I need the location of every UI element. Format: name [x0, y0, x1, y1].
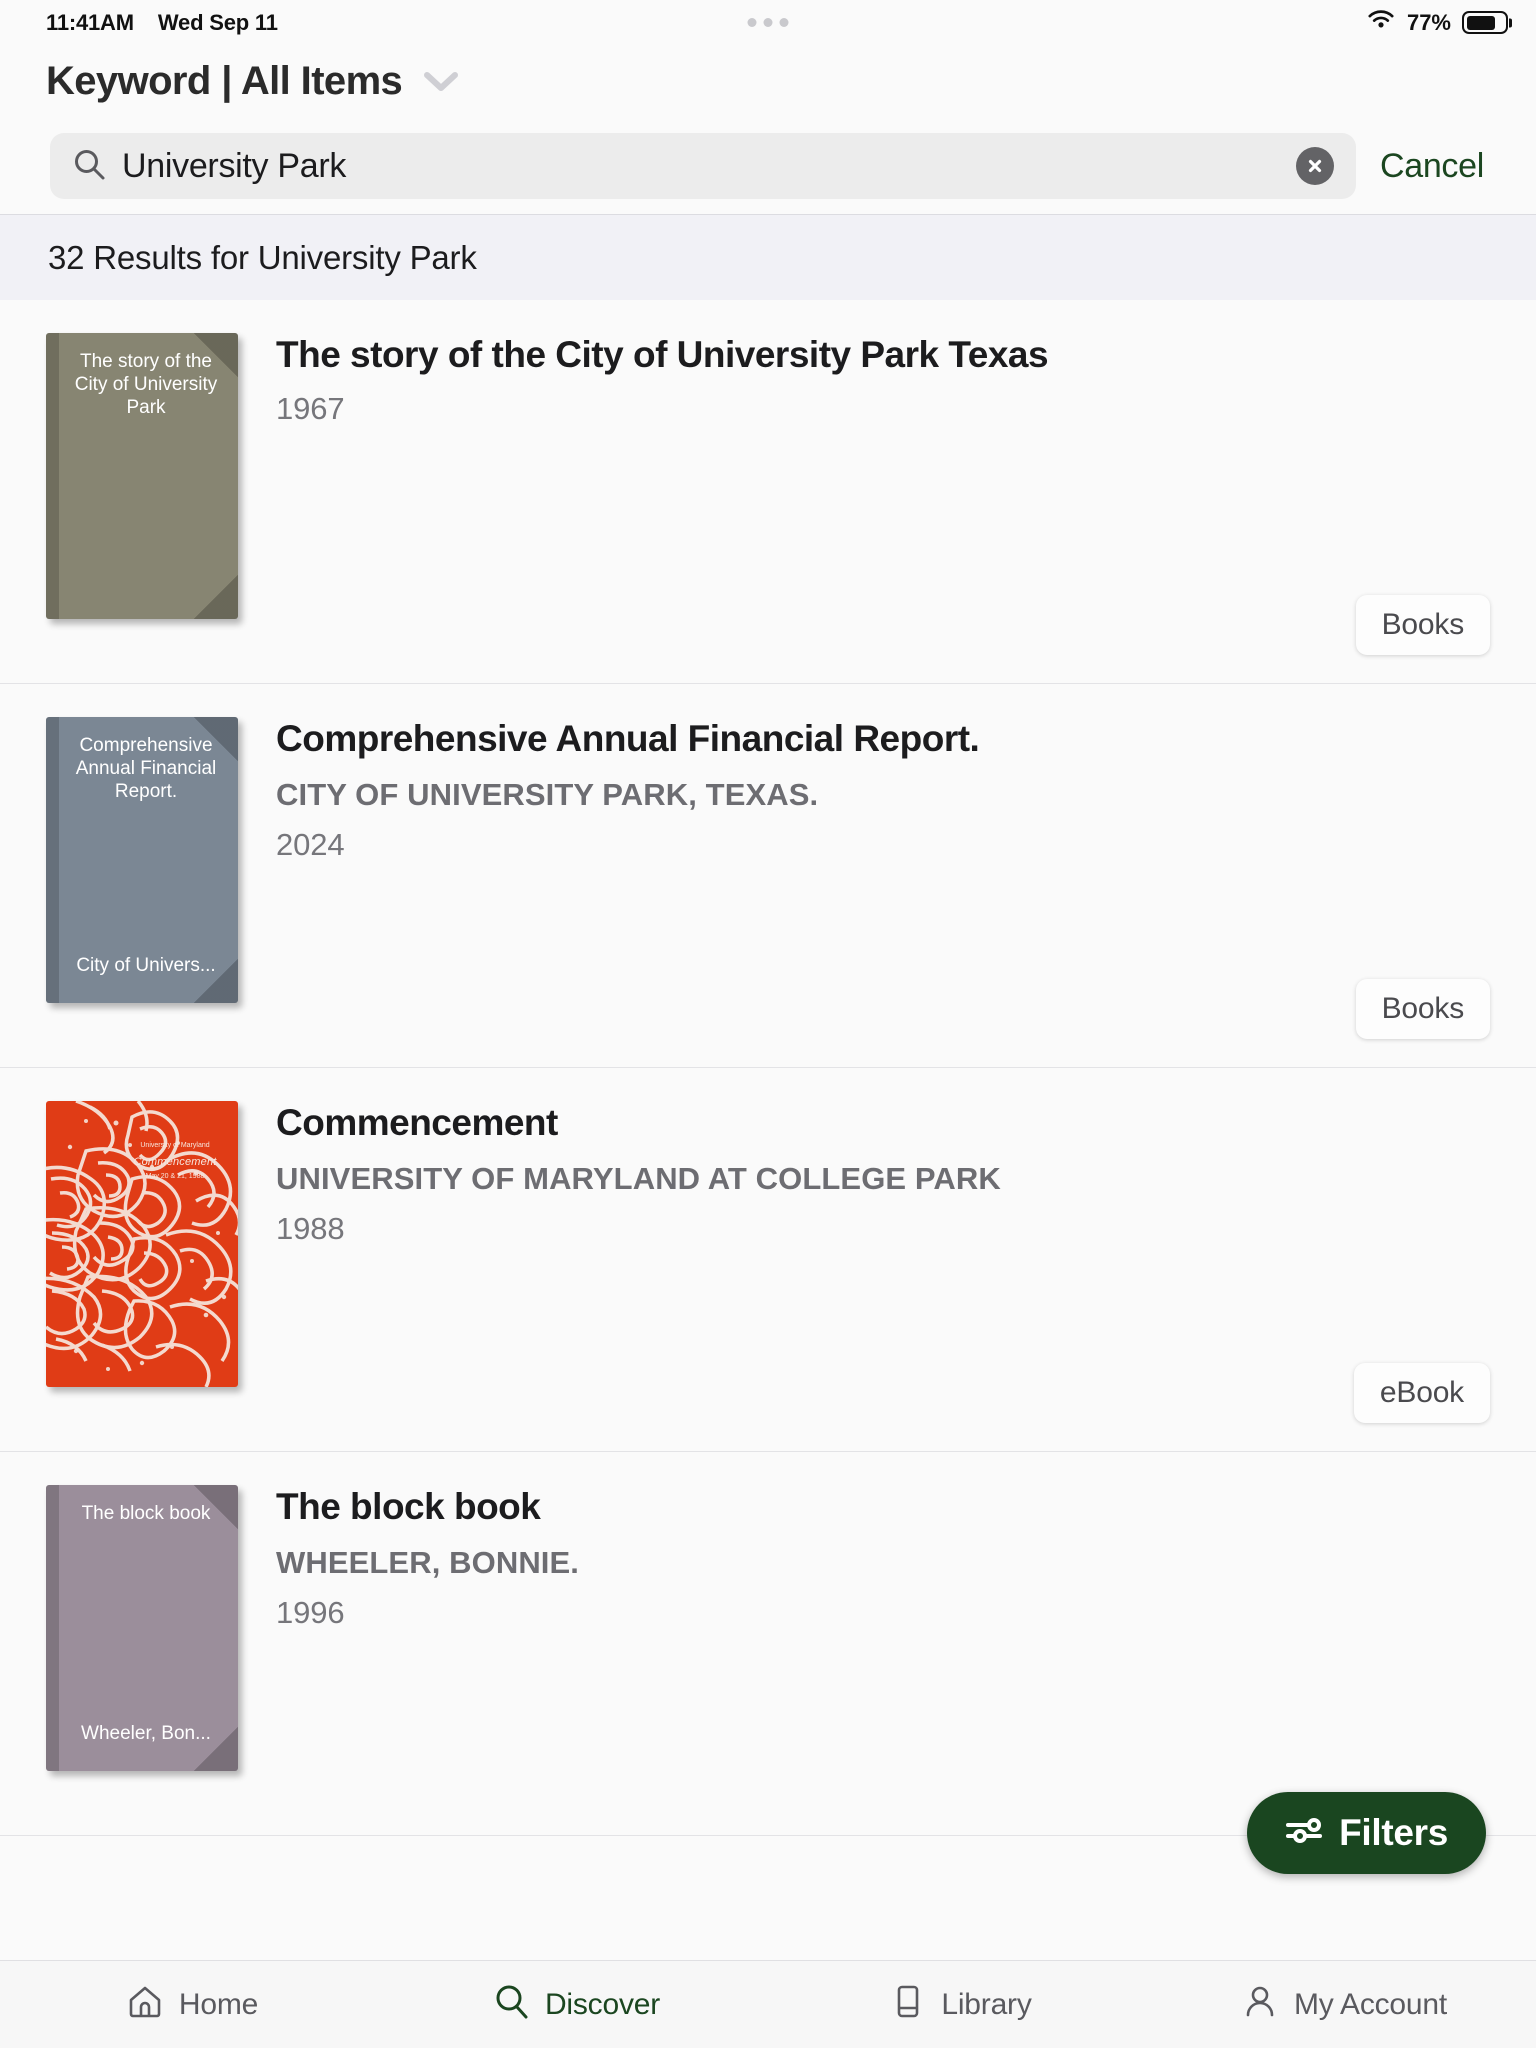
search-bar: University Park Cancel [0, 118, 1536, 214]
status-dots-indicator [747, 18, 789, 27]
filters-button[interactable]: Filters [1247, 1792, 1486, 1874]
cover-title-text: Commencement [133, 1155, 217, 1168]
result-info: Commencement UNIVERSITY OF MARYLAND AT C… [238, 1101, 1490, 1423]
badge-row: eBook [276, 1363, 1490, 1423]
sliders-icon [1285, 1812, 1323, 1854]
table-row[interactable]: University of Maryland Commencement May … [0, 1068, 1536, 1452]
cover-title-text: Comprehensive Annual Financial Report. [75, 735, 217, 803]
cover-institution-text: University of Maryland [140, 1142, 210, 1149]
tab-home-label: Home [178, 1987, 259, 2021]
result-author: WHEELER, BONNIE. [276, 1544, 580, 1580]
search-icon [72, 147, 106, 186]
tab-my-account[interactable]: My Account [1152, 1982, 1536, 2028]
result-author: UNIVERSITY OF MARYLAND AT COLLEGE PARK [276, 1160, 1001, 1196]
cover-spine [46, 717, 59, 1003]
result-year: 2024 [276, 826, 345, 862]
cover-artwork-text: University of Maryland Commencement May … [130, 1141, 220, 1183]
result-year: 1996 [276, 1594, 345, 1630]
book-cover-placeholder: Comprehensive Annual Financial Report. C… [46, 717, 238, 1003]
cover-title-text: The story of the City of University Park [74, 351, 218, 419]
format-badge: Books [1355, 595, 1490, 655]
badge-row: Books [276, 595, 1490, 655]
cover-author-text: Wheeler, Bon... [81, 1723, 211, 1744]
cover-thumbnail[interactable]: The story of the City of University Park [46, 333, 238, 655]
search-scope-selector[interactable]: Keyword | All Items [0, 45, 1536, 118]
book-cover-placeholder: The story of the City of University Park [46, 333, 238, 619]
table-row[interactable]: Comprehensive Annual Financial Report. C… [0, 684, 1536, 1068]
tab-home[interactable]: Home [0, 1982, 384, 2028]
tab-discover-label: Discover [544, 1987, 661, 2021]
table-row[interactable]: The block book Wheeler, Bon... The block… [0, 1452, 1536, 1836]
results-count-text: 32 Results for University Park [48, 238, 477, 276]
chevron-down-icon[interactable] [424, 71, 459, 93]
cover-subtitle-text: May 20 & 21, 1988 [145, 1173, 205, 1180]
page-title: Keyword | All Items [46, 59, 403, 103]
cover-title-text: The block book [81, 1503, 211, 1524]
format-badge: Books [1355, 979, 1490, 1039]
result-title[interactable]: Comprehensive Annual Financial Report. [276, 717, 1490, 761]
app-screen: 11:41AM Wed Sep 11 77% Keyword | All Ite… [0, 0, 1536, 2048]
cover-author-text: City of Univers... [76, 955, 216, 976]
tab-library-label: Library [941, 1987, 1032, 2021]
cover-spine [46, 1485, 59, 1771]
result-info: The story of the City of University Park… [238, 333, 1490, 655]
battery-percent: 77% [1406, 9, 1451, 35]
battery-icon [1462, 11, 1508, 34]
results-list[interactable]: The story of the City of University Park… [0, 300, 1536, 1960]
tab-library[interactable]: Library [768, 1982, 1152, 2028]
filters-button-label: Filters [1339, 1812, 1448, 1853]
status-time: 11:41AM [46, 9, 134, 35]
tab-discover[interactable]: Discover [384, 1982, 768, 2028]
result-year: 1988 [276, 1210, 345, 1246]
result-author: CITY OF UNIVERSITY PARK, TEXAS. [276, 776, 819, 812]
search-icon [492, 1982, 530, 2028]
cancel-button[interactable]: Cancel [1374, 147, 1490, 186]
search-input-value[interactable]: University Park [122, 147, 1280, 186]
cover-thumbnail[interactable]: The block book Wheeler, Bon... [46, 1485, 238, 1807]
result-title[interactable]: Commencement [276, 1101, 1490, 1145]
clear-icon[interactable] [1295, 147, 1334, 185]
cover-thumbnail[interactable]: Comprehensive Annual Financial Report. C… [46, 717, 238, 1039]
person-icon [1241, 1982, 1279, 2028]
cover-thumbnail[interactable]: University of Maryland Commencement May … [46, 1101, 238, 1423]
result-year: 1967 [276, 390, 345, 426]
book-icon [888, 1982, 926, 2028]
results-count-header: 32 Results for University Park [0, 214, 1536, 300]
badge-row: Books [276, 979, 1490, 1039]
book-cover-placeholder: The block book Wheeler, Bon... [46, 1485, 238, 1771]
cover-corner-bottom [194, 575, 238, 619]
status-right-group: 77% [1366, 8, 1508, 38]
bottom-tab-bar: Home Discover Library My Account [0, 1960, 1536, 2048]
book-cover-artwork: University of Maryland Commencement May … [46, 1101, 238, 1387]
wifi-icon [1366, 8, 1396, 38]
result-title[interactable]: The block book [276, 1485, 1490, 1529]
search-input[interactable]: University Park [50, 133, 1356, 199]
result-info: Comprehensive Annual Financial Report. C… [238, 717, 1490, 1039]
home-icon [126, 1982, 164, 2028]
format-badge: eBook [1353, 1363, 1490, 1423]
status-bar: 11:41AM Wed Sep 11 77% [0, 0, 1536, 45]
table-row[interactable]: The story of the City of University Park… [0, 300, 1536, 684]
cover-spine [46, 333, 59, 619]
tab-my-account-label: My Account [1293, 1987, 1448, 2021]
result-title[interactable]: The story of the City of University Park… [276, 333, 1490, 377]
status-date: Wed Sep 11 [157, 9, 278, 35]
result-info: The block book WHEELER, BONNIE. 1996 [238, 1485, 1490, 1807]
